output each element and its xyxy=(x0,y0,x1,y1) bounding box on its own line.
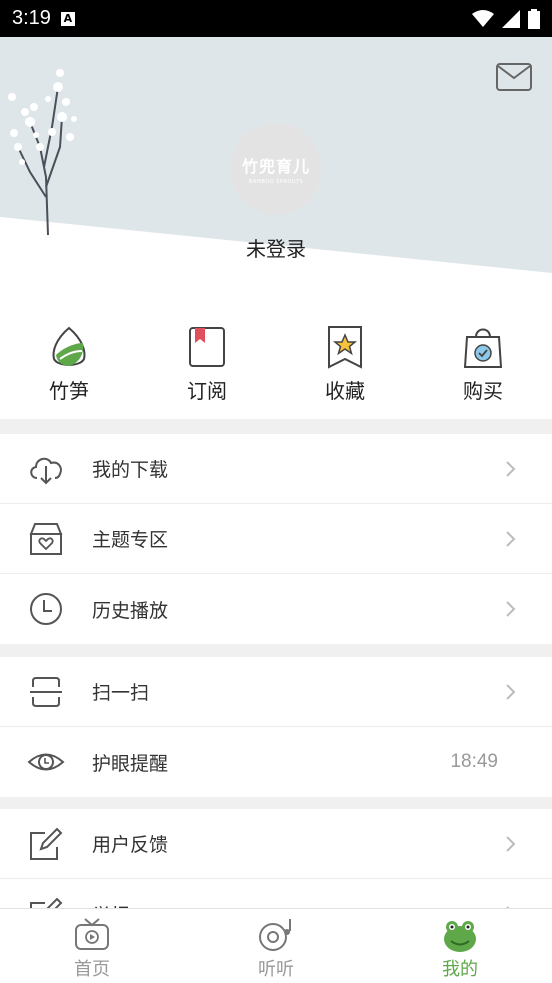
menu-item-eye-care[interactable]: 护眼提醒 18:49 xyxy=(0,727,552,797)
menu-item-downloads[interactable]: 我的下载 xyxy=(0,434,552,504)
quick-action-subscribe[interactable]: 订阅 xyxy=(138,313,276,419)
frog-icon xyxy=(444,921,476,952)
menu-item-topics[interactable]: 主题专区 xyxy=(0,504,552,574)
chevron-right-icon xyxy=(506,531,516,547)
tab-home[interactable]: 首页 xyxy=(0,909,184,983)
login-status-text[interactable]: 未登录 xyxy=(0,233,552,262)
menu-item-label: 历史播放 xyxy=(92,599,169,622)
menu-group-feedback: 用户反馈 举报 xyxy=(0,809,552,908)
chevron-right-icon xyxy=(506,461,516,477)
cloud-download-icon xyxy=(30,457,62,484)
menu-item-label: 主题专区 xyxy=(92,529,169,551)
menu-item-label: 护眼提醒 xyxy=(92,752,169,775)
notification-a-icon: A xyxy=(60,11,75,26)
menu-item-scan[interactable]: 扫一扫 xyxy=(0,657,552,727)
tab-label: 听听 xyxy=(258,959,294,980)
chevron-right-icon xyxy=(506,684,516,700)
avatar-logo-subtitle: BAMBOO SPROUTS xyxy=(248,179,304,185)
tab-mine[interactable]: 我的 xyxy=(368,909,552,983)
profile-header: 竹兜育儿 BAMBOO SPROUTS 未登录 xyxy=(0,37,552,313)
avatar[interactable]: 竹兜育儿 BAMBOO SPROUTS xyxy=(230,123,322,215)
quick-action-label: 订阅 xyxy=(187,379,227,403)
edit-icon xyxy=(30,827,63,860)
menu-item-history[interactable]: 历史播放 xyxy=(0,574,552,644)
radio-icon xyxy=(259,919,291,951)
tv-icon xyxy=(75,918,109,950)
shopping-bag-icon xyxy=(463,328,503,368)
edit-icon xyxy=(30,897,63,908)
eye-icon xyxy=(27,753,65,771)
chevron-right-icon xyxy=(506,601,516,617)
heart-box-icon xyxy=(29,522,63,555)
tab-listen[interactable]: 听听 xyxy=(184,909,368,983)
quick-action-label: 竹笋 xyxy=(49,379,89,403)
bamboo-shoot-icon xyxy=(52,326,86,366)
menu-item-report[interactable]: 举报 xyxy=(0,879,552,908)
eye-care-time-value: 18:49 xyxy=(450,751,498,772)
menu-item-label: 扫一扫 xyxy=(92,682,150,704)
star-ribbon-icon xyxy=(328,326,362,369)
menu-group-tools: 扫一扫 护眼提醒 18:49 xyxy=(0,657,552,797)
quick-action-bamboo[interactable]: 竹笋 xyxy=(0,313,138,419)
tab-label: 首页 xyxy=(74,959,110,980)
quick-action-label: 购买 xyxy=(463,379,503,403)
status-time: 3:19 xyxy=(12,7,51,29)
menu-group-downloads: 我的下载 主题专区 历史播放 xyxy=(0,434,552,644)
signal-icon xyxy=(502,9,520,28)
quick-action-favorites[interactable]: 收藏 xyxy=(276,313,414,419)
status-bar: 3:19 A xyxy=(0,0,552,37)
chevron-right-icon xyxy=(506,836,516,852)
menu-item-label: 举报 xyxy=(92,901,130,909)
menu-item-label: 用户反馈 xyxy=(92,834,169,856)
quick-action-label: 收藏 xyxy=(325,379,365,403)
wifi-icon xyxy=(472,9,494,27)
menu-item-label: 我的下载 xyxy=(92,459,169,481)
tab-label: 我的 xyxy=(442,959,478,980)
clock-icon xyxy=(30,593,62,625)
battery-icon xyxy=(528,8,540,29)
quick-actions-bar: 竹笋 订阅 收藏 购买 xyxy=(0,313,552,419)
quick-action-purchase[interactable]: 购买 xyxy=(414,313,552,419)
avatar-logo-text: 竹兜育儿 xyxy=(241,157,310,176)
bottom-tab-bar: 首页 听听 我的 xyxy=(0,908,552,983)
scan-icon xyxy=(30,676,62,707)
bookmark-icon xyxy=(189,327,225,367)
menu-item-feedback[interactable]: 用户反馈 xyxy=(0,809,552,879)
mail-icon[interactable] xyxy=(496,63,532,91)
